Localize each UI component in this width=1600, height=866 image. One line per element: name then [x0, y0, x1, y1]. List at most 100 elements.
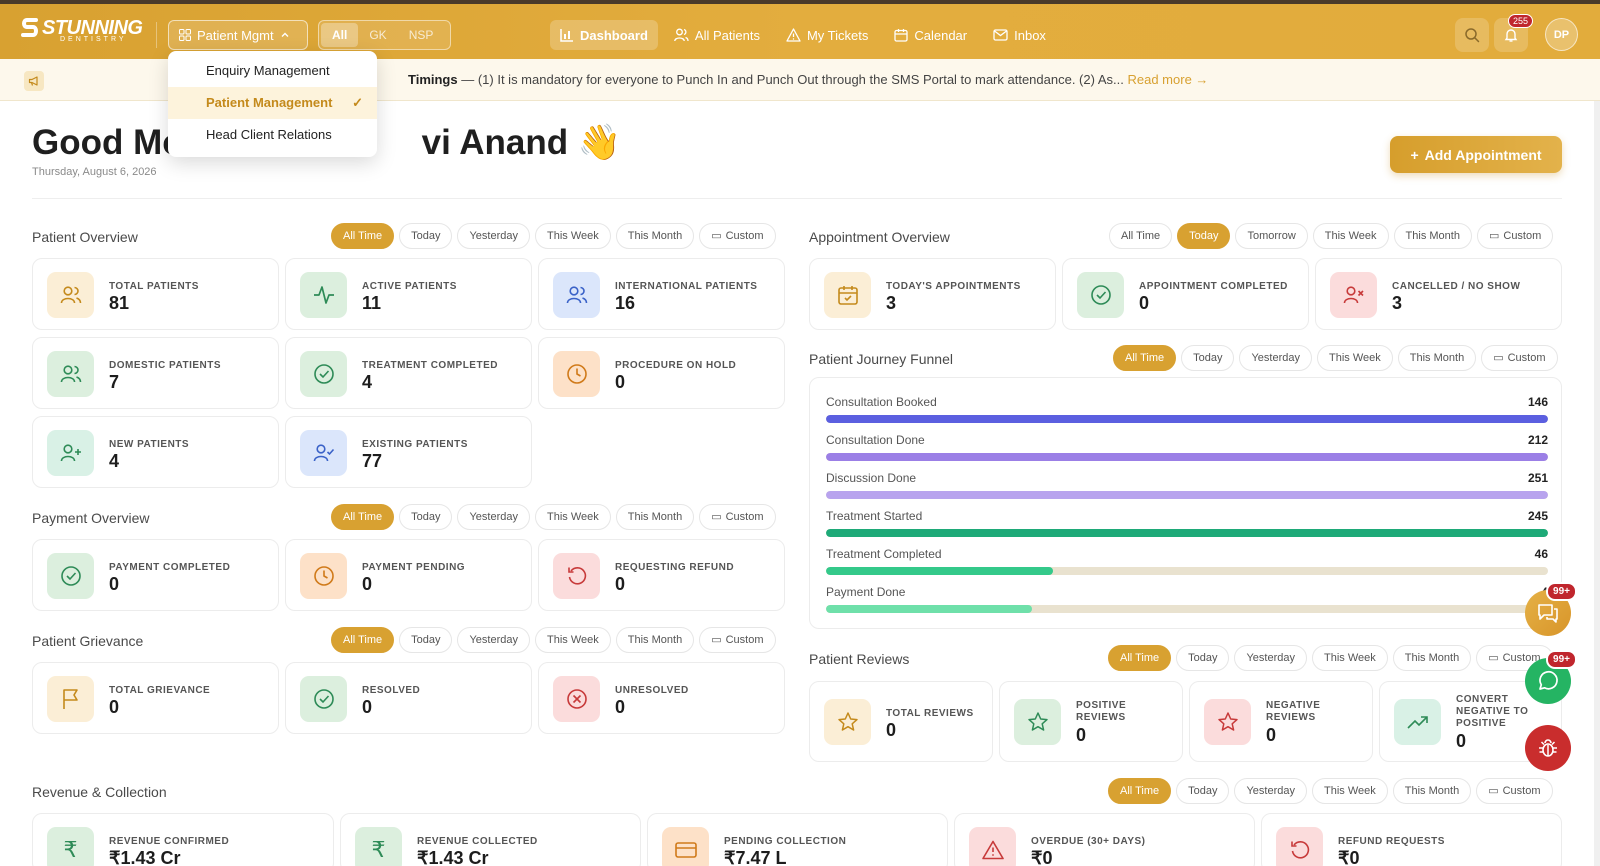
- stat-card-revenue-confirmed[interactable]: ₹ REVENUE CONFIRMED ₹1.43 Cr: [32, 813, 334, 866]
- user-avatar[interactable]: DP: [1545, 18, 1578, 51]
- stat-label: PAYMENT COMPLETED: [109, 562, 231, 573]
- filter-yesterday[interactable]: Yesterday: [457, 223, 531, 249]
- filter-this-month[interactable]: This Month: [615, 627, 695, 653]
- menu-item-head-client-relations[interactable]: Head Client Relations: [168, 119, 377, 151]
- filter-yesterday[interactable]: Yesterday: [1234, 778, 1308, 804]
- filter-this-week[interactable]: This Week: [1317, 345, 1393, 371]
- filter-this-week[interactable]: This Week: [1312, 645, 1388, 671]
- filter-custom[interactable]: ▭ Custom: [699, 223, 776, 249]
- stat-card-international-patients[interactable]: INTERNATIONAL PATIENTS 16: [538, 258, 785, 330]
- scope-all[interactable]: All: [321, 23, 359, 47]
- filter-this-week[interactable]: This Week: [535, 223, 611, 249]
- module-dropdown-menu: Enquiry Management Patient Management ✓ …: [168, 51, 377, 157]
- menu-item-enquiry-management[interactable]: Enquiry Management: [168, 55, 377, 87]
- filter-this-month[interactable]: This Month: [1392, 645, 1472, 671]
- nav-all-patients[interactable]: All Patients: [664, 20, 770, 50]
- scope-gk[interactable]: GK: [358, 23, 397, 47]
- nav-my-tickets[interactable]: My Tickets: [776, 20, 878, 50]
- search-button[interactable]: [1455, 18, 1489, 52]
- calendar-check-icon: [824, 272, 871, 318]
- module-switcher-button[interactable]: Patient Mgmt: [168, 20, 308, 50]
- stat-card-appointment-completed[interactable]: APPOINTMENT COMPLETED 0: [1062, 258, 1309, 330]
- filter-today[interactable]: Today: [399, 627, 453, 653]
- stat-card-cancelled-no-show[interactable]: CANCELLED / NO SHOW 3: [1315, 258, 1562, 330]
- filter-tomorrow[interactable]: Tomorrow: [1235, 223, 1308, 249]
- filter-today[interactable]: Today: [399, 223, 453, 249]
- filter-all-time[interactable]: All Time: [1113, 345, 1177, 371]
- notifications-button[interactable]: 255: [1494, 14, 1533, 52]
- read-more-link[interactable]: Read more →: [1127, 72, 1208, 87]
- users-icon: [553, 272, 600, 318]
- filter-yesterday[interactable]: Yesterday: [1234, 645, 1308, 671]
- stat-card-pending-collection[interactable]: PENDING COLLECTION ₹7.47 L: [647, 813, 948, 866]
- page-scrollbar[interactable]: [1594, 101, 1600, 866]
- filter-yesterday[interactable]: Yesterday: [457, 627, 531, 653]
- stat-card-total-reviews[interactable]: TOTAL REVIEWS 0: [809, 681, 993, 762]
- filter-this-week[interactable]: This Week: [1312, 778, 1388, 804]
- stat-card-overdue[interactable]: OVERDUE (30+ DAYS) ₹0: [954, 813, 1255, 866]
- filter-this-month[interactable]: This Month: [1392, 778, 1472, 804]
- filter-custom[interactable]: ▭ Custom: [1476, 778, 1553, 804]
- whatsapp-fab[interactable]: 99+: [1525, 650, 1577, 704]
- filter-today[interactable]: Today: [1176, 645, 1230, 671]
- filter-custom[interactable]: ▭ Custom: [1481, 345, 1558, 371]
- nav-inbox[interactable]: Inbox: [983, 20, 1056, 50]
- nav-dashboard[interactable]: Dashboard: [550, 20, 658, 50]
- filter-this-month[interactable]: This Month: [615, 504, 695, 530]
- filter-yesterday[interactable]: Yesterday: [457, 504, 531, 530]
- stat-card-total-patients[interactable]: TOTAL PATIENTS 81: [32, 258, 279, 330]
- stat-card-new-patients[interactable]: NEW PATIENTS 4: [32, 416, 279, 488]
- filter-custom[interactable]: ▭ Custom: [1476, 223, 1554, 249]
- greeting-end: vi Anand 👋: [421, 123, 622, 162]
- chat-fab[interactable]: 99+: [1525, 582, 1577, 636]
- stat-card-todays-appointments[interactable]: TODAY'S APPOINTMENTS 3: [809, 258, 1056, 330]
- stat-card-existing-patients[interactable]: EXISTING PATIENTS 77: [285, 416, 532, 488]
- filter-today[interactable]: Today: [1181, 345, 1235, 371]
- stat-card-requesting-refund[interactable]: REQUESTING REFUND 0: [538, 539, 785, 611]
- filter-this-month[interactable]: This Month: [1397, 345, 1477, 371]
- menu-item-patient-management[interactable]: Patient Management ✓: [168, 87, 377, 119]
- filter-today[interactable]: Today: [1176, 778, 1230, 804]
- stat-card-positive-reviews[interactable]: POSITIVE REVIEWS 0: [999, 681, 1183, 762]
- filter-this-week[interactable]: This Week: [535, 627, 611, 653]
- funnel-row-label: Payment Done: [826, 585, 906, 599]
- chat-icon: [1538, 604, 1558, 623]
- scope-nsp[interactable]: NSP: [398, 23, 445, 47]
- filter-all-time[interactable]: All Time: [331, 627, 395, 653]
- filter-custom[interactable]: ▭ Custom: [699, 627, 776, 653]
- stat-card-treatment-completed[interactable]: TREATMENT COMPLETED 4: [285, 337, 532, 409]
- filter-today[interactable]: Today: [399, 504, 453, 530]
- filter-custom[interactable]: ▭ Custom: [699, 504, 776, 530]
- main-nav: Dashboard All Patients My Tickets Calend…: [550, 20, 1056, 50]
- add-appointment-button[interactable]: + Add Appointment: [1390, 136, 1562, 173]
- filter-this-week[interactable]: This Week: [1312, 223, 1389, 249]
- stat-card-total-grievance[interactable]: TOTAL GRIEVANCE 0: [32, 662, 279, 734]
- filter-all-time[interactable]: All Time: [331, 223, 395, 249]
- stat-card-negative-reviews[interactable]: NEGATIVE REVIEWS 0: [1189, 681, 1373, 762]
- stat-card-refund-requests[interactable]: REFUND REQUESTS ₹0: [1261, 813, 1562, 866]
- filter-this-week[interactable]: This Week: [535, 504, 611, 530]
- filter-all-time[interactable]: All Time: [1108, 778, 1172, 804]
- filter-custom-label: Custom: [1507, 352, 1546, 364]
- stat-card-domestic-patients[interactable]: DOMESTIC PATIENTS 7: [32, 337, 279, 409]
- filter-this-month[interactable]: This Month: [1393, 223, 1472, 249]
- nav-calendar[interactable]: Calendar: [884, 20, 977, 50]
- stat-card-unresolved[interactable]: UNRESOLVED 0: [538, 662, 785, 734]
- filter-this-month[interactable]: This Month: [615, 223, 695, 249]
- bug-report-fab[interactable]: [1525, 725, 1571, 771]
- stat-card-active-patients[interactable]: ACTIVE PATIENTS 11: [285, 258, 532, 330]
- filter-all-time[interactable]: All Time: [1109, 223, 1173, 249]
- filter-all-time[interactable]: All Time: [1108, 645, 1172, 671]
- stat-card-procedure-on-hold[interactable]: PROCEDURE ON HOLD 0: [538, 337, 785, 409]
- filter-yesterday[interactable]: Yesterday: [1239, 345, 1313, 371]
- add-appointment-label: Add Appointment: [1424, 146, 1542, 163]
- stat-card-payment-pending[interactable]: PAYMENT PENDING 0: [285, 539, 532, 611]
- filter-today[interactable]: Today: [1177, 223, 1231, 249]
- filter-all-time[interactable]: All Time: [331, 504, 395, 530]
- stat-card-resolved[interactable]: RESOLVED 0: [285, 662, 532, 734]
- patient-reviews-filters: All Time Today Yesterday This Week This …: [1108, 645, 1553, 671]
- stat-card-payment-completed[interactable]: PAYMENT COMPLETED 0: [32, 539, 279, 611]
- calendar-icon: [894, 29, 909, 42]
- stat-card-revenue-collected[interactable]: ₹ REVENUE COLLECTED ₹1.43 Cr: [340, 813, 641, 866]
- stat-label: NEW PATIENTS: [109, 439, 190, 450]
